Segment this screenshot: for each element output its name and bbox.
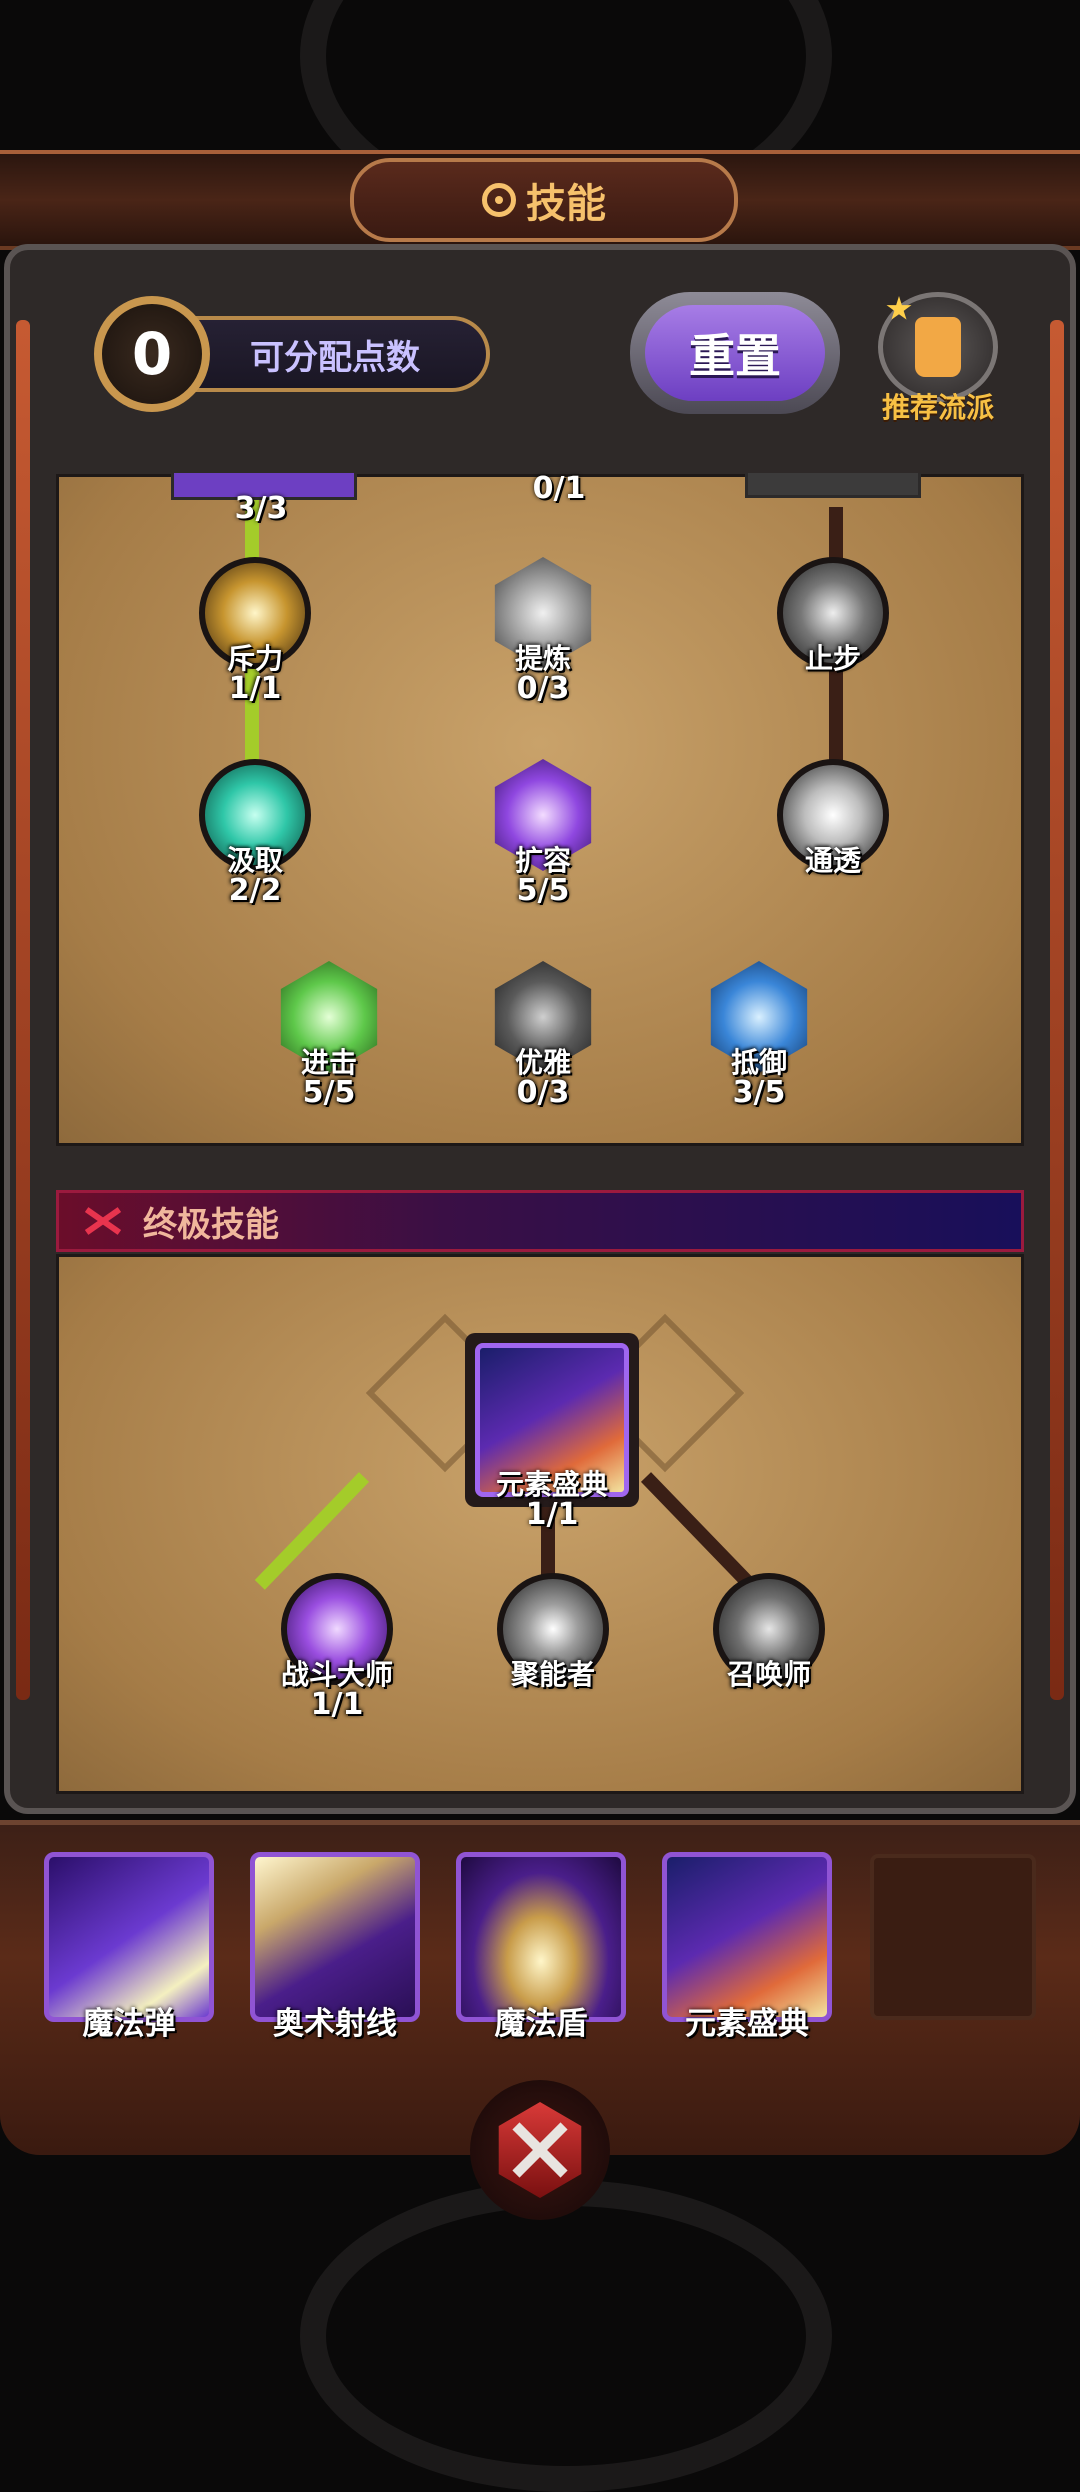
page-title-plate: 技能 <box>350 158 738 242</box>
skill-slot-arcane-ray[interactable]: 奥术射线 <box>250 1852 420 2042</box>
ultimate-node-element-festival[interactable]: 元素盛典 1/1 <box>465 1333 639 1532</box>
element-festival-icon <box>662 1852 832 2022</box>
available-points-badge: 0 <box>94 296 210 412</box>
frame-rail-left <box>16 320 30 1700</box>
cutoff-node-right[interactable] <box>745 473 921 498</box>
talent-node-refine[interactable]: 提炼 0/3 <box>483 557 603 717</box>
ultimate-level: 1/1 <box>525 1497 579 1532</box>
points-label: 可分配点数 <box>250 337 420 378</box>
talent-level: 1/1 <box>228 671 282 706</box>
talent-level: 5/5 <box>302 1075 356 1110</box>
talent-node-repel[interactable]: 斥力 1/1 <box>195 557 315 717</box>
ultimate-skills-title: 终极技能 <box>143 1204 279 1245</box>
talent-node-clarity[interactable]: 通透 <box>773 759 893 919</box>
talent-node-absorb[interactable]: 汲取 2/2 <box>195 759 315 919</box>
talent-level: 3/5 <box>732 1075 786 1110</box>
branch-level: 1/1 <box>310 1687 364 1722</box>
reset-button[interactable]: 重置 <box>630 292 840 414</box>
skill-slot-element-festival[interactable]: 元素盛典 <box>662 1852 832 2042</box>
ultimate-branch-energy-gatherer[interactable]: 聚能者 <box>493 1573 613 1733</box>
ultimate-branch-combat-master[interactable]: 战斗大师 1/1 <box>277 1573 397 1733</box>
talent-node-expand[interactable]: 扩容 5/5 <box>483 759 603 919</box>
skill-slot-label: 奥术射线 <box>273 2006 397 2042</box>
frame-rail-right <box>1050 320 1064 1700</box>
skill-slot-label: 魔法弹 <box>82 2006 176 2042</box>
close-icon <box>498 2102 582 2198</box>
reset-button-label: 重置 <box>645 305 825 401</box>
skill-slot-magic-shield[interactable]: 魔法盾 <box>456 1852 626 2042</box>
thumbs-up-icon <box>915 317 961 377</box>
magic-shield-icon <box>456 1852 626 2022</box>
talent-level: 0/3 <box>516 671 570 706</box>
cutoff-node-left-level: 3/3 <box>234 491 288 526</box>
talent-node-halt[interactable]: 止步 <box>773 557 893 717</box>
talent-level: 2/2 <box>228 873 282 908</box>
talent-name: 通透 <box>804 844 861 877</box>
talent-tree-panel[interactable]: 3/3 0/1 斥力 1/1 提炼 0/3 止步 汲取 2/2 扩容 5/5 通… <box>56 471 1024 1146</box>
talent-node-grace[interactable]: 优雅 0/3 <box>483 961 603 1121</box>
recommend-build-button[interactable]: 推荐流派 <box>868 286 1008 426</box>
crossed-swords-icon <box>83 1204 123 1238</box>
talent-level: 5/5 <box>516 873 570 908</box>
skill-slot-label: 魔法盾 <box>494 2006 588 2042</box>
branch-name: 召唤师 <box>726 1658 811 1691</box>
talent-level: 0/3 <box>516 1075 570 1110</box>
cutoff-node-center-level: 0/1 <box>532 471 586 506</box>
wheel-icon <box>482 183 516 217</box>
points-label-box: 可分配点数 <box>190 316 490 392</box>
branch-name: 聚能者 <box>510 1658 595 1691</box>
page-title: 技能 <box>526 181 606 227</box>
available-points-value: 0 <box>131 320 173 388</box>
skill-slot-empty[interactable] <box>870 1854 1036 2020</box>
ultimate-branch-summoner[interactable]: 召唤师 <box>709 1573 829 1733</box>
skill-slot-label: 元素盛典 <box>685 2006 809 2042</box>
close-button[interactable] <box>470 2080 610 2220</box>
background-ornament <box>300 2180 832 2492</box>
skill-slot-magic-bolt[interactable]: 魔法弹 <box>44 1852 214 2042</box>
talent-name: 止步 <box>804 642 861 675</box>
talent-node-resist[interactable]: 抵御 3/5 <box>699 961 819 1121</box>
magic-bolt-icon <box>44 1852 214 2022</box>
ultimate-skills-header: 终极技能 <box>56 1190 1024 1252</box>
arcane-ray-icon <box>250 1852 420 2022</box>
talent-node-advance[interactable]: 进击 5/5 <box>269 961 389 1121</box>
ultimate-skills-panel[interactable]: 元素盛典 1/1 战斗大师 1/1 聚能者 召唤师 <box>56 1254 1024 1794</box>
recommend-build-label: 推荐流派 <box>881 391 994 424</box>
